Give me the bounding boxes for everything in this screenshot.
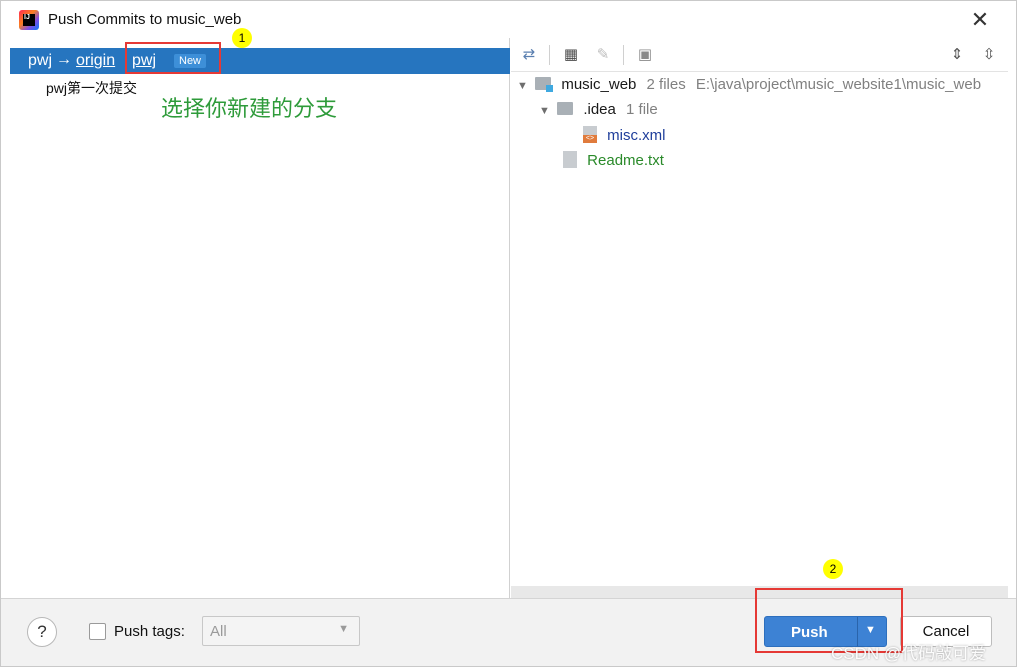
idea-count: 1 file [626,101,658,118]
annotation-marker-2: 2 [823,559,843,579]
folder-icon [557,102,574,115]
watermark: CSDN @代码敲可爱 [831,644,987,663]
toolbar-separator [549,45,550,65]
help-button[interactable]: ? [27,617,57,647]
annotation-box-1 [125,42,221,74]
root-count: 2 files [646,76,686,93]
tree-node-idea[interactable]: ▼ .idea 1 file [539,101,658,123]
root-name: music_web [561,76,637,93]
close-icon[interactable]: ✕ [967,7,993,33]
arrow-right-icon: → [56,51,72,68]
annotation-note: 选择你新建的分支 [161,97,338,122]
misc-name: misc.xml [607,127,666,144]
toolbar-separator [623,45,624,65]
annotation-marker-1: 1 [232,28,252,48]
changes-panel: ⇄ ▦ ✎ ▣ ⇕ ⇳ ▼ music_web 2 files E:\java\… [511,38,1008,598]
window-title: Push Commits to music_web [48,11,242,28]
idea-name: .idea [583,101,616,118]
tree-node-readme[interactable]: Readme.txt [563,151,664,173]
edit-icon[interactable]: ✎ [593,45,613,65]
push-tags-value: All [210,623,227,640]
module-folder-icon [535,77,554,92]
tree-node-misc[interactable]: <> misc.xml [583,126,666,148]
collapse-all-icon[interactable]: ⇳ [979,45,999,65]
group-by-icon[interactable]: ▦ [561,45,581,65]
title-bar: IJ Push Commits to music_web ✕ [1,1,1016,39]
chevron-down-icon: ▼ [338,623,349,635]
chevron-down-icon[interactable]: ▼ [517,80,531,92]
intellij-app-icon: IJ [19,10,39,30]
push-commits-dialog: IJ Push Commits to music_web ✕ pwj → ori… [0,0,1017,667]
tree-node-root[interactable]: ▼ music_web 2 files E:\java\project\musi… [517,76,981,98]
chevron-down-icon[interactable]: ▼ [539,105,553,117]
expand-all-icon[interactable]: ⇕ [947,45,967,65]
text-file-icon [563,151,577,168]
root-path: E:\java\project\music_website1\music_web [695,76,982,93]
remote-link[interactable]: origin [76,52,115,70]
changes-toolbar: ⇄ ▦ ✎ ▣ ⇕ ⇳ [511,38,1008,72]
diff-arrows-icon[interactable]: ⇄ [519,45,539,65]
branch-row[interactable]: pwj → origin pwj New [10,48,510,74]
push-tags-checkbox[interactable] [89,623,106,640]
app-icon-text: IJ [23,14,35,26]
push-tags-select[interactable]: All ▼ [202,616,360,646]
commit-item[interactable]: pwj第一次提交 [46,78,137,98]
push-tags-label: Push tags: [114,623,185,640]
local-branch: pwj [28,52,53,69]
readme-name: Readme.txt [587,152,664,169]
xml-file-icon: <> [583,126,597,143]
preview-icon[interactable]: ▣ [635,45,655,65]
